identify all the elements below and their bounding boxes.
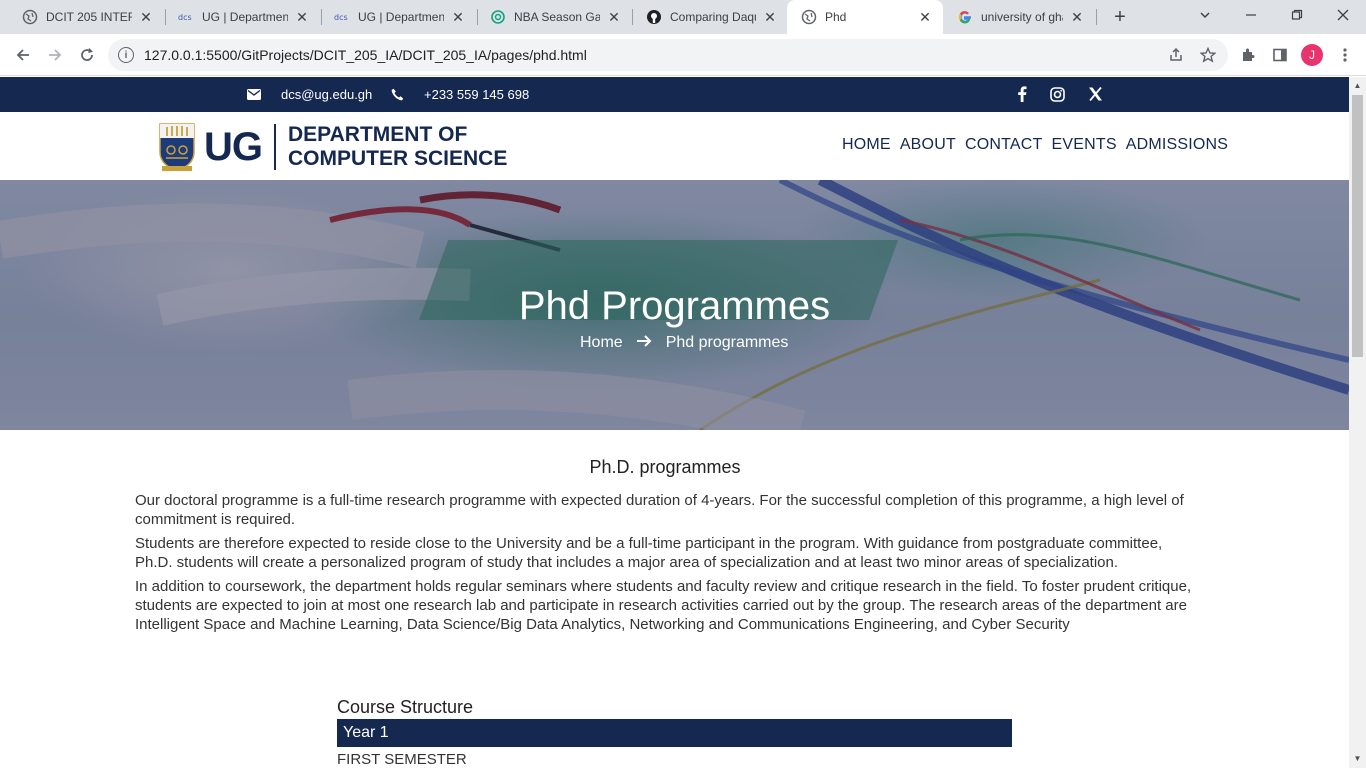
browser-tab[interactable]: university of gha ✕ — [943, 0, 1095, 34]
tab-title: DCIT 205 INTERI — [46, 10, 132, 24]
close-icon[interactable]: ✕ — [762, 9, 778, 25]
close-icon[interactable]: ✕ — [138, 9, 154, 25]
page-viewport: dcs@ug.edu.gh +233 559 145 698 UG DEPART… — [0, 77, 1349, 768]
logo-ug-text: UG — [204, 124, 263, 169]
tab-title: UG | Department — [358, 10, 444, 24]
google-icon — [957, 9, 973, 25]
tab-title: Comparing Daqu — [670, 10, 756, 24]
tab-separator — [1096, 9, 1097, 25]
browser-tab[interactable]: dcs UG | Department ✕ — [320, 0, 476, 34]
tab-title: university of gha — [981, 10, 1063, 24]
nav-about[interactable]: ABOUT — [900, 136, 956, 154]
year-header: Year 1 — [337, 719, 1012, 747]
arrow-right-icon — [636, 334, 652, 352]
url-text[interactable]: 127.0.0.1:5500/GitProjects/DCIT_205_IA/D… — [144, 47, 587, 63]
main-nav: HOME ABOUT CONTACT EVENTS ADMISSIONS — [833, 136, 1228, 154]
dcs-icon: dcs — [334, 9, 350, 25]
course-structure-title: Course Structure — [337, 697, 474, 717]
paragraph: Students are therefore expected to resid… — [135, 535, 1163, 571]
breadcrumb: Home Phd programmes — [580, 334, 788, 352]
close-icon[interactable]: ✕ — [606, 9, 622, 25]
scroll-down-icon[interactable]: ▼ — [1349, 750, 1366, 766]
email-text[interactable]: dcs@ug.edu.gh — [281, 87, 372, 102]
envelope-icon — [246, 87, 262, 103]
openai-icon — [490, 9, 506, 25]
breadcrumb-home[interactable]: Home — [580, 334, 623, 352]
site-header: UG DEPARTMENT OF COMPUTER SCIENCE HOME A… — [0, 112, 1349, 180]
globe-icon — [801, 9, 817, 25]
bookmark-star-icon[interactable] — [1198, 45, 1218, 65]
tab-title: Phd — [825, 10, 847, 24]
share-icon[interactable] — [1166, 45, 1186, 65]
back-arrow-icon[interactable] — [8, 40, 38, 70]
extensions-icon[interactable] — [1237, 44, 1259, 66]
reload-icon[interactable] — [72, 40, 102, 70]
x-icon[interactable] — [1086, 85, 1104, 103]
browser-tab-active[interactable]: Phd ✕ — [787, 0, 943, 34]
close-icon[interactable]: ✕ — [450, 9, 466, 25]
tab-title: UG | Department — [202, 10, 288, 24]
semester-heading: FIRST SEMESTER — [337, 751, 467, 768]
minimize-icon[interactable] — [1228, 0, 1274, 30]
address-bar[interactable]: i 127.0.0.1:5500/GitProjects/DCIT_205_IA… — [108, 39, 1228, 71]
site-info-icon[interactable]: i — [118, 47, 134, 63]
nav-admissions[interactable]: ADMISSIONS — [1126, 136, 1228, 154]
close-icon[interactable]: ✕ — [294, 9, 310, 25]
tab-title: NBA Season Gar — [514, 10, 600, 24]
side-panel-icon[interactable] — [1269, 44, 1291, 66]
page-title: Phd Programmes — [518, 284, 831, 328]
facebook-icon[interactable] — [1013, 85, 1031, 103]
scrollbar-thumb[interactable] — [1352, 95, 1363, 357]
phone-contact[interactable]: +233 559 145 698 — [389, 77, 529, 112]
phone-icon — [389, 87, 405, 103]
close-icon[interactable]: ✕ — [917, 9, 933, 25]
dcs-icon: dcs — [178, 9, 194, 25]
site-logo[interactable]: UG DEPARTMENT OF COMPUTER SCIENCE — [158, 122, 507, 172]
paragraph: Our doctoral programme is a full-time re… — [135, 492, 1184, 528]
new-tab-button[interactable]: + — [1108, 5, 1132, 29]
logo-divider — [274, 124, 276, 170]
course-structure: Course Structure Year 1 FIRST SEMESTER — [337, 697, 1012, 768]
svg-text:dcs: dcs — [334, 13, 348, 22]
page-scrollbar[interactable]: ▲ ▼ — [1349, 77, 1366, 768]
browser-tab-strip: DCIT 205 INTERI ✕ dcs UG | Department ✕ … — [0, 0, 1366, 34]
main-content: Ph.D. programmes Our doctoral programme … — [135, 457, 1195, 639]
restore-icon[interactable] — [1274, 0, 1320, 30]
profile-avatar[interactable]: J — [1301, 44, 1323, 66]
instagram-icon[interactable] — [1048, 85, 1066, 103]
email-contact[interactable]: dcs@ug.edu.gh — [246, 77, 372, 112]
forward-arrow-icon[interactable] — [40, 40, 70, 70]
browser-tab[interactable]: dcs UG | Department ✕ — [164, 0, 320, 34]
nav-contact[interactable]: CONTACT — [965, 136, 1043, 154]
phone-text[interactable]: +233 559 145 698 — [424, 87, 529, 102]
globe-icon — [22, 9, 38, 25]
breadcrumb-current: Phd programmes — [665, 334, 789, 351]
close-icon[interactable]: ✕ — [1069, 9, 1085, 25]
menu-dots-icon[interactable] — [1334, 44, 1356, 66]
logo-line-2: COMPUTER SCIENCE — [288, 147, 508, 170]
browser-toolbar: i 127.0.0.1:5500/GitProjects/DCIT_205_IA… — [0, 34, 1366, 76]
svg-text:dcs: dcs — [178, 13, 192, 22]
paragraph: In addition to coursework, the departmen… — [135, 578, 1192, 633]
browser-tab[interactable]: Comparing Daqu ✕ — [632, 0, 788, 34]
section-heading: Ph.D. programmes — [589, 457, 741, 477]
tab-search-icon[interactable] — [1182, 0, 1228, 30]
browser-tab[interactable]: DCIT 205 INTERI ✕ — [8, 0, 164, 34]
contact-bar: dcs@ug.edu.gh +233 559 145 698 — [0, 77, 1349, 112]
window-close-icon[interactable] — [1320, 0, 1366, 30]
browser-tab[interactable]: NBA Season Gar ✕ — [476, 0, 632, 34]
github-icon — [646, 9, 662, 25]
ug-crest-icon — [159, 123, 195, 171]
logo-line-1: DEPARTMENT OF — [288, 123, 468, 146]
hero-banner: Phd Programmes Home Phd programmes — [0, 180, 1349, 430]
logo-department-text: DEPARTMENT OF COMPUTER SCIENCE — [288, 123, 507, 171]
nav-home[interactable]: HOME — [842, 136, 891, 154]
nav-events[interactable]: EVENTS — [1051, 136, 1116, 154]
scroll-up-icon[interactable]: ▲ — [1349, 77, 1366, 93]
